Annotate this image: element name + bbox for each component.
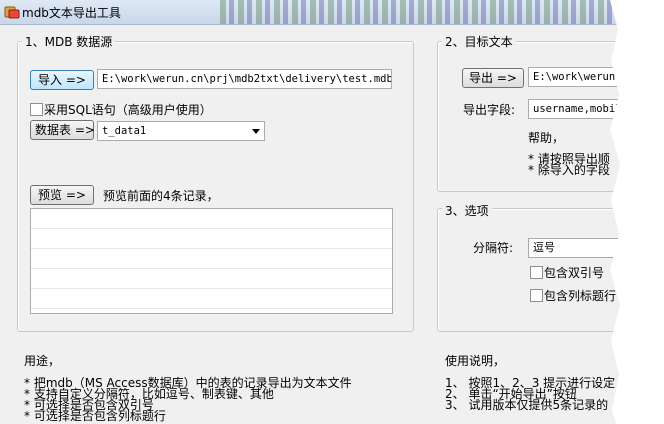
import-button[interactable]: 导入 => bbox=[30, 70, 94, 90]
instruction-item: 3、 试用版本仅提供5条记录的 bbox=[445, 398, 609, 412]
window-title: mdb文本导出工具 bbox=[22, 6, 121, 20]
include-quotes-label: 包含双引号 bbox=[544, 266, 605, 280]
background-window-strip bbox=[220, 0, 620, 24]
main-window: mdb文本导出工具 1、MDB 数据源 导入 => E:\work\werun.… bbox=[0, 0, 620, 424]
use-sql-label: 采用SQL语句（高级用户使用） bbox=[44, 103, 212, 117]
preview-hint: 预览前面的4条记录， bbox=[103, 189, 219, 203]
list-item bbox=[31, 229, 392, 249]
separator-select[interactable]: 逗号 bbox=[528, 238, 620, 258]
fields-input[interactable]: username,mobil bbox=[528, 99, 620, 119]
use-sql-checkbox[interactable] bbox=[30, 103, 43, 116]
instructions-title: 使用说明， bbox=[445, 354, 506, 368]
list-item bbox=[31, 269, 392, 289]
include-header-checkbox[interactable] bbox=[530, 289, 543, 302]
include-header-label: 包含列标题行 bbox=[544, 289, 617, 303]
include-quotes-checkbox[interactable] bbox=[530, 266, 543, 279]
title-bar: mdb文本导出工具 bbox=[0, 0, 620, 25]
export-button[interactable]: 导出 => bbox=[462, 68, 524, 88]
help-item: * 除导入的字段 bbox=[528, 163, 610, 177]
chevron-down-icon bbox=[252, 129, 260, 134]
usage-item: * 可选择是否包含列标题行 bbox=[24, 409, 166, 423]
table-button[interactable]: 数据表 => bbox=[30, 120, 95, 140]
options-title: 3、选项 bbox=[442, 202, 492, 219]
help-label: 帮助， bbox=[528, 131, 565, 145]
table-select-value: t_data1 bbox=[102, 125, 147, 137]
list-item bbox=[31, 289, 392, 309]
separator-select-value: 逗号 bbox=[533, 241, 555, 254]
mdb-path-field[interactable]: E:\work\werun.cn\prj\mdb2txt\delivery\te… bbox=[97, 69, 392, 89]
separator-label: 分隔符: bbox=[473, 241, 514, 255]
preview-button[interactable]: 预览 => bbox=[30, 185, 94, 205]
list-item bbox=[31, 249, 392, 269]
mdb-source-title: 1、MDB 数据源 bbox=[22, 33, 116, 50]
target-text-title: 2、目标文本 bbox=[442, 33, 516, 50]
list-item bbox=[31, 209, 392, 229]
table-select[interactable]: t_data1 bbox=[97, 121, 265, 141]
usage-title: 用途， bbox=[24, 354, 61, 368]
app-icon bbox=[4, 6, 20, 19]
fields-label: 导出字段: bbox=[463, 103, 516, 117]
export-path-field[interactable]: E:\work\werun bbox=[528, 67, 620, 87]
preview-list[interactable] bbox=[30, 208, 393, 314]
